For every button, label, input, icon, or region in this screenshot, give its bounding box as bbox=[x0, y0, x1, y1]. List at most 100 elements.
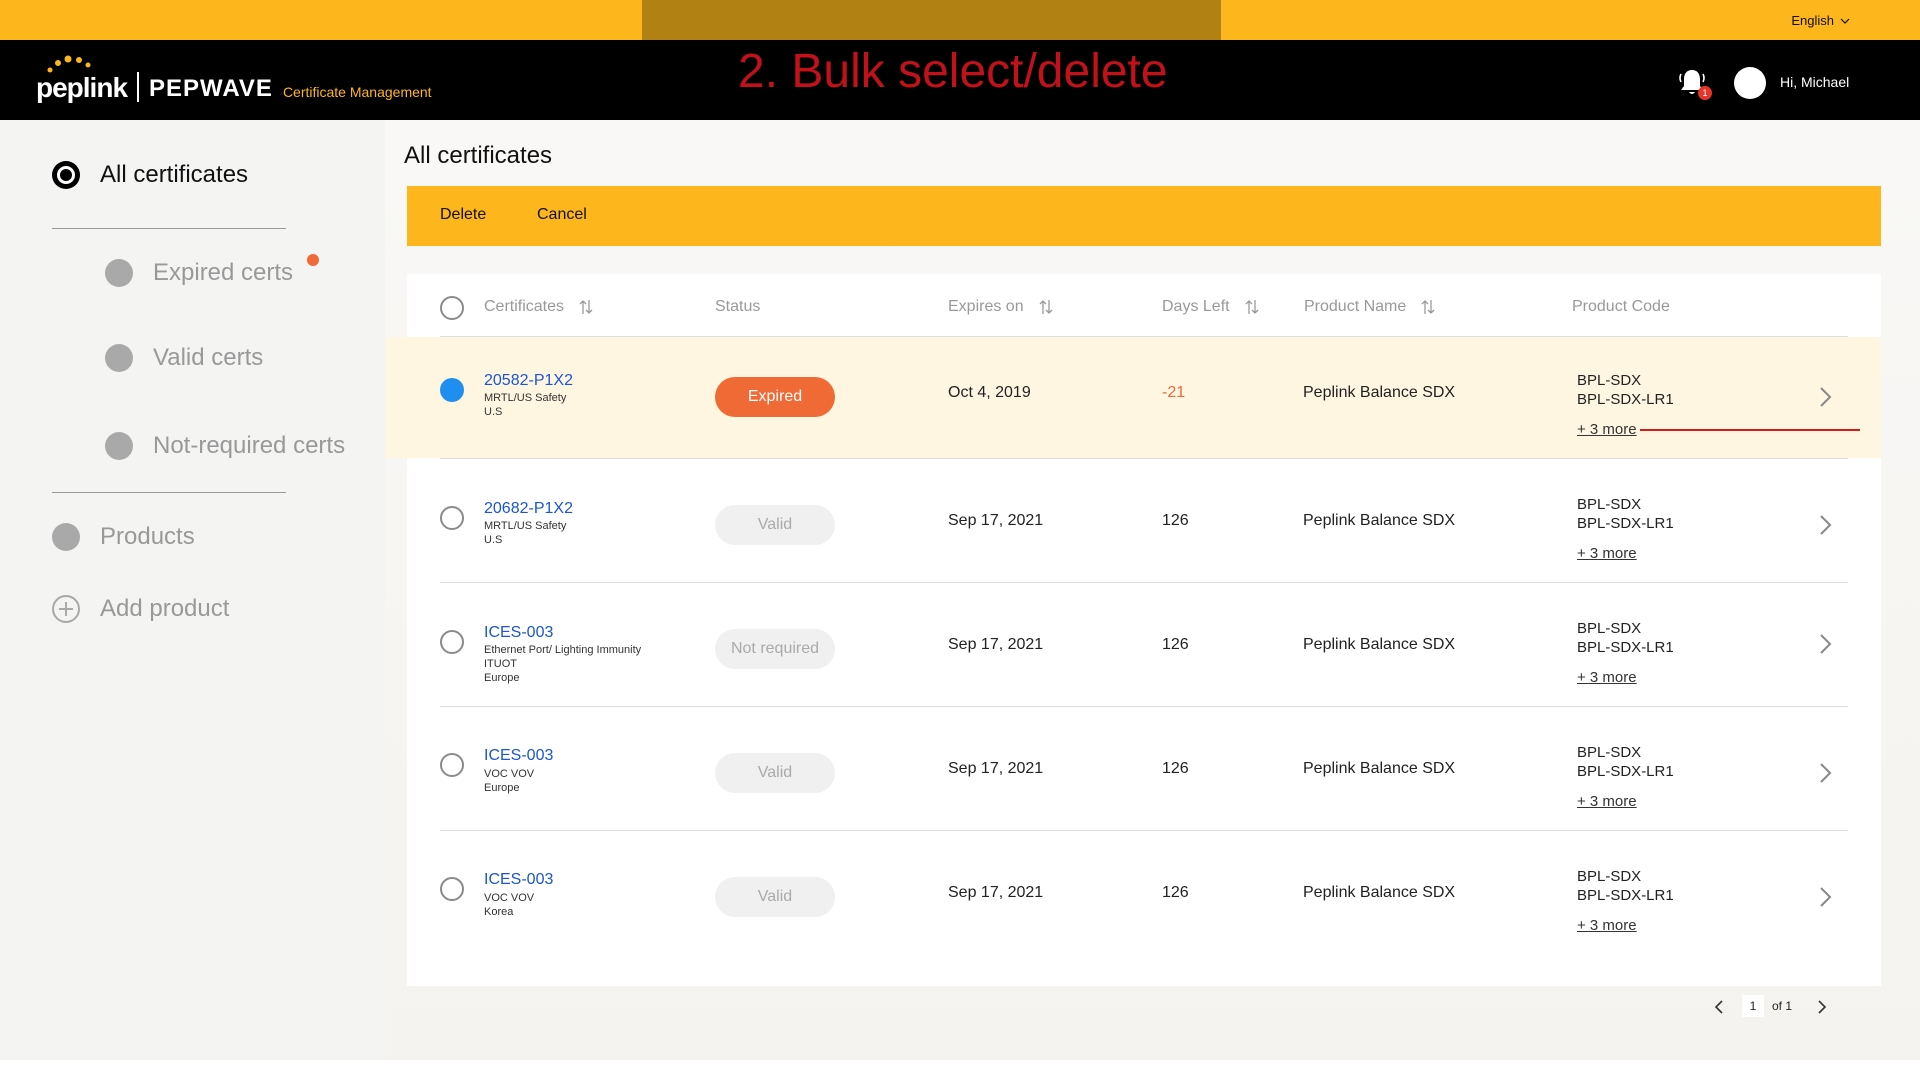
chevron-right-icon[interactable] bbox=[1818, 386, 1834, 408]
column-header-product-name[interactable]: Product Name bbox=[1304, 298, 1436, 316]
sidebar-item-label: Products bbox=[100, 523, 195, 550]
days-left-value: -21 bbox=[1162, 384, 1186, 401]
status-badge: Not required bbox=[715, 629, 835, 669]
column-header-status: Status bbox=[715, 298, 760, 316]
app-name: Certificate Management bbox=[282, 84, 432, 100]
expires-on-value: Sep 17, 2021 bbox=[948, 884, 1044, 901]
cancel-button[interactable]: Cancel bbox=[537, 206, 587, 224]
certificate-detail: VOC VOV bbox=[484, 768, 535, 780]
certificate-detail: MRTL/US Safety bbox=[484, 392, 567, 404]
product-name-value: Peplink Balance SDX bbox=[1303, 760, 1456, 777]
more-codes-link[interactable]: + 3 more bbox=[1577, 917, 1637, 934]
row-divider bbox=[440, 582, 1848, 583]
sidebar-item-add-product[interactable]: Add product bbox=[52, 595, 229, 623]
sidebar-item-all-certificates[interactable]: All certificates bbox=[52, 161, 248, 189]
certificate-detail: ITUOT bbox=[484, 658, 517, 670]
certificate-link[interactable]: 20682-P1X2 bbox=[484, 500, 573, 518]
page-title: All certificates bbox=[404, 142, 553, 169]
sidebar-item-products[interactable]: Products bbox=[52, 523, 195, 551]
status-badge: Valid bbox=[715, 753, 835, 793]
certificate-link[interactable]: ICES-003 bbox=[484, 624, 553, 642]
status-badge: Valid bbox=[715, 877, 835, 917]
row-checkbox[interactable] bbox=[440, 877, 464, 901]
expires-on-value: Sep 17, 2021 bbox=[948, 636, 1044, 653]
row-divider bbox=[440, 830, 1848, 831]
certificate-region: Europe bbox=[484, 782, 520, 794]
brand-logo[interactable]: peplink PEPWAVE Certificate Management bbox=[36, 54, 432, 106]
certificate-link[interactable]: ICES-003 bbox=[484, 871, 553, 889]
product-name-value: Peplink Balance SDX bbox=[1303, 636, 1456, 653]
language-selector[interactable]: English bbox=[1791, 13, 1850, 28]
chevron-down-icon bbox=[1840, 18, 1850, 24]
product-code-value: BPL-SDX-LR1 bbox=[1577, 763, 1674, 780]
column-header-label: Product Name bbox=[1304, 298, 1407, 315]
product-code-value: BPL-SDX-LR1 bbox=[1577, 639, 1674, 656]
sort-icon bbox=[1039, 300, 1053, 314]
app-header: peplink PEPWAVE Certificate Management 2… bbox=[0, 40, 1920, 120]
more-codes-link[interactable]: + 3 more bbox=[1577, 793, 1637, 810]
chevron-right-icon[interactable] bbox=[1818, 762, 1834, 784]
expires-on-value: Sep 17, 2021 bbox=[948, 760, 1044, 777]
delete-button[interactable]: Delete bbox=[440, 206, 486, 224]
row-checkbox[interactable] bbox=[440, 506, 464, 530]
certificate-link[interactable]: ICES-003 bbox=[484, 747, 553, 765]
status-dot-icon bbox=[52, 523, 80, 551]
sidebar-item-label: Not-required certs bbox=[153, 432, 346, 459]
sidebar-item-expired-certs[interactable]: Expired certs bbox=[105, 259, 293, 287]
expired-alert-dot bbox=[307, 254, 319, 266]
column-header-label: Days Left bbox=[1162, 298, 1230, 315]
brand-pepwave: PEPWAVE bbox=[149, 75, 273, 102]
certificate-region: Korea bbox=[484, 906, 514, 918]
expires-on-value: Oct 4, 2019 bbox=[948, 384, 1031, 401]
column-header-label: Status bbox=[715, 298, 761, 315]
chevron-right-icon[interactable] bbox=[1818, 514, 1834, 536]
more-codes-link[interactable]: + 3 more bbox=[1577, 669, 1637, 686]
avatar[interactable] bbox=[1734, 67, 1766, 99]
certificate-region: U.S bbox=[484, 406, 503, 418]
product-code-value: BPL-SDX bbox=[1577, 372, 1642, 389]
chevron-right-icon[interactable] bbox=[1818, 886, 1834, 908]
row-checkbox[interactable] bbox=[440, 630, 464, 654]
bulk-action-bar: Delete Cancel bbox=[407, 186, 1881, 246]
product-code-value: BPL-SDX bbox=[1577, 620, 1642, 637]
select-all-checkbox[interactable] bbox=[440, 296, 464, 320]
status-dot-icon bbox=[105, 259, 133, 287]
page-number-input[interactable]: 1 bbox=[1742, 995, 1764, 1017]
certificate-region: Europe bbox=[484, 672, 520, 684]
column-header-label: Certificates bbox=[484, 298, 565, 315]
certificate-detail: VOC VOV bbox=[484, 892, 535, 904]
certificate-link[interactable]: 20582-P1X2 bbox=[484, 372, 573, 390]
days-left-value: 126 bbox=[1162, 636, 1189, 653]
row-checkbox[interactable] bbox=[440, 378, 464, 402]
column-header-label: Product Code bbox=[1572, 298, 1670, 315]
column-header-certificates[interactable]: Certificates bbox=[484, 298, 594, 316]
product-code-value: BPL-SDX bbox=[1577, 744, 1642, 761]
more-codes-link[interactable]: + 3 more bbox=[1577, 545, 1637, 562]
sidebar-item-label: Add product bbox=[100, 595, 230, 622]
sidebar-item-label: Valid certs bbox=[153, 344, 264, 371]
top-bar-highlight bbox=[642, 0, 1221, 40]
sidebar-item-not-required-certs[interactable]: Not-required certs bbox=[105, 432, 345, 460]
product-name-value: Peplink Balance SDX bbox=[1303, 512, 1456, 529]
previous-page-icon[interactable] bbox=[1712, 998, 1726, 1016]
sort-icon bbox=[1245, 300, 1259, 314]
product-code-value: BPL-SDX bbox=[1577, 496, 1642, 513]
product-code-value: BPL-SDX-LR1 bbox=[1577, 887, 1674, 904]
expires-on-value: Sep 17, 2021 bbox=[948, 512, 1044, 529]
next-page-icon[interactable] bbox=[1815, 998, 1829, 1016]
notification-count-badge: 1 bbox=[1698, 86, 1712, 100]
chevron-right-icon[interactable] bbox=[1818, 633, 1834, 655]
column-header-days-left[interactable]: Days Left bbox=[1162, 298, 1260, 316]
product-name-value: Peplink Balance SDX bbox=[1303, 384, 1456, 401]
more-codes-link[interactable]: + 3 more bbox=[1577, 421, 1637, 438]
certificate-region: U.S bbox=[484, 534, 503, 546]
row-checkbox[interactable] bbox=[440, 753, 464, 777]
column-header-expires-on[interactable]: Expires on bbox=[948, 298, 1054, 316]
days-left-value: 126 bbox=[1162, 512, 1189, 529]
language-label: English bbox=[1791, 13, 1834, 28]
user-greeting[interactable]: Hi, Michael bbox=[1780, 74, 1849, 90]
column-header-product-code: Product Code bbox=[1572, 298, 1670, 316]
sidebar-item-valid-certs[interactable]: Valid certs bbox=[105, 344, 263, 372]
sort-icon bbox=[1421, 300, 1435, 314]
annotation-line bbox=[1640, 429, 1860, 431]
